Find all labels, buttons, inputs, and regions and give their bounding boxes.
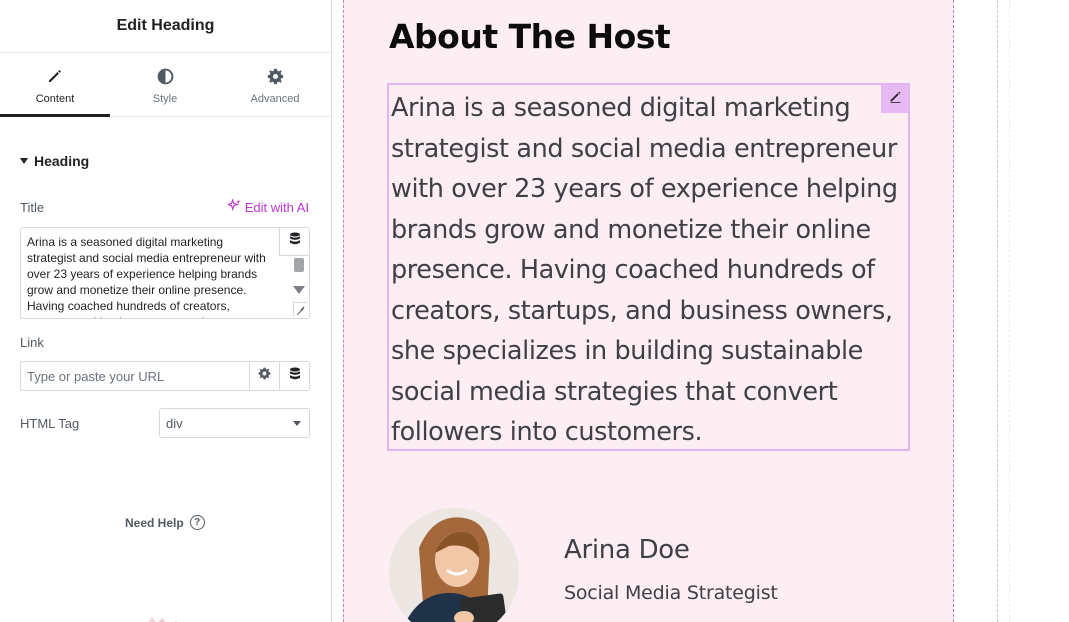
panel-header: Edit Heading	[0, 0, 331, 53]
bio-line: presence. Having coached hundreds of	[391, 255, 875, 285]
need-help-link[interactable]: Need Help ?	[125, 515, 205, 530]
panel-tabs: Content Style Advanced	[0, 53, 331, 117]
need-help-label: Need Help	[125, 515, 184, 530]
about-section[interactable]: About The Host Arina is a seasoned digit…	[343, 0, 954, 622]
bio-heading-widget[interactable]: Arina is a seasoned digital marketing st…	[387, 83, 910, 451]
bio-line: strategist and social media entrepreneur	[391, 133, 897, 164]
half-circle-icon	[156, 67, 174, 85]
about-heading[interactable]: About The Host	[389, 17, 671, 56]
help-icon: ?	[189, 515, 205, 530]
textarea-scrollbar[interactable]	[293, 258, 305, 302]
link-input[interactable]	[21, 362, 249, 390]
bio-text[interactable]: Arina is a seasoned digital marketing st…	[391, 88, 909, 453]
gear-icon	[266, 67, 284, 85]
html-tag-value: div	[166, 415, 183, 431]
host-name[interactable]: Arina Doe	[564, 535, 690, 565]
tab-content-label: Content	[35, 93, 75, 105]
title-label: Title	[20, 200, 45, 215]
bio-line: creators, startups, and business owners,	[391, 295, 893, 326]
title-textarea-text[interactable]: Arina is a seasoned digital marketing st…	[21, 228, 279, 318]
column-guide	[997, 0, 998, 622]
link-options-button[interactable]	[249, 362, 279, 390]
bio-line: Arina is a seasoned digital marketing	[391, 93, 851, 123]
tab-style[interactable]: Style	[110, 53, 220, 116]
link-dynamic-tags-button[interactable]	[279, 362, 309, 390]
section-heading-toggle[interactable]: Heading	[20, 153, 89, 169]
gear-icon	[258, 367, 271, 385]
panel-title: Edit Heading	[116, 17, 215, 34]
editor-panel: Edit Heading Content Style Advanced Head…	[0, 0, 332, 622]
tab-advanced[interactable]: Advanced	[220, 53, 330, 116]
sparkle-icon	[225, 198, 241, 215]
bio-line: with over 23 years of experience helping	[391, 174, 898, 204]
edit-with-ai-button[interactable]: Edit with AI	[225, 198, 309, 215]
edit-with-ai-label: Edit with AI	[244, 199, 309, 215]
chevron-down-icon	[293, 421, 301, 426]
column-guide	[1009, 0, 1010, 622]
bio-line: brands grow and monetize their online	[391, 214, 871, 245]
scroll-down-arrow-icon[interactable]	[293, 286, 305, 294]
pencil-icon	[46, 67, 64, 85]
database-icon	[289, 232, 301, 251]
host-avatar	[389, 508, 519, 622]
html-tag-select[interactable]: div	[159, 408, 310, 438]
tab-advanced-label: Advanced	[250, 93, 300, 105]
decorative-graphic	[126, 612, 196, 622]
bio-line: followers into customers.	[391, 417, 703, 447]
html-tag-label: HTML Tag	[20, 416, 80, 431]
dynamic-tags-button[interactable]	[279, 228, 309, 256]
scrollbar-thumb[interactable]	[294, 258, 304, 272]
tab-content[interactable]: Content	[0, 53, 110, 117]
pencil-icon	[889, 90, 902, 108]
bio-line: she specializes in building sustainable	[391, 336, 863, 366]
section-heading-label: Heading	[34, 153, 90, 169]
host-role[interactable]: Social Media Strategist	[564, 582, 778, 604]
database-icon	[289, 367, 301, 386]
preview-canvas: About The Host Arina is a seasoned digit…	[333, 0, 1069, 622]
title-textarea[interactable]: Arina is a seasoned digital marketing st…	[20, 227, 310, 319]
tab-style-label: Style	[152, 93, 178, 105]
link-field	[20, 361, 310, 391]
widget-edit-button[interactable]	[881, 85, 909, 113]
link-label: Link	[20, 335, 44, 350]
resize-handle-icon[interactable]	[293, 302, 307, 316]
caret-down-icon	[20, 158, 28, 164]
bio-line: social media strategies that convert	[391, 376, 838, 407]
